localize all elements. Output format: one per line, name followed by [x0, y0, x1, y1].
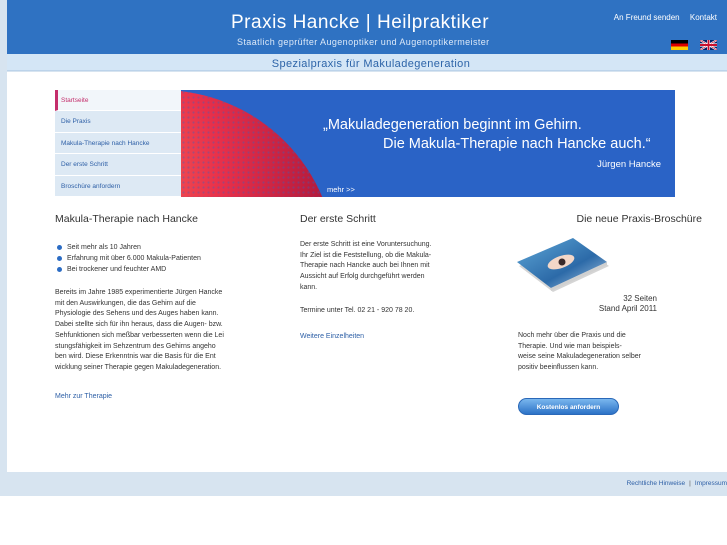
- text-line: Noch mehr über die Praxis und die: [518, 332, 626, 339]
- page: Praxis Hancke | Heilpraktiker Staatlich …: [0, 0, 727, 545]
- therapy-bullet-list: Seit mehr als 10 Jahren Erfahrung mit üb…: [55, 242, 201, 275]
- therapy-heading: Makula-Therapie nach Hancke: [55, 213, 198, 225]
- site-header: Praxis Hancke | Heilpraktiker Staatlich …: [7, 0, 727, 54]
- hero-banner: „Makuladegeneration beginnt im Gehirn. D…: [181, 90, 675, 197]
- text-line: Bereits im Jahre 1985 experimentierte Jü…: [55, 289, 223, 296]
- text-line: mit den Auswirkungen, die das Gehirn auf…: [55, 299, 196, 307]
- brochure-text: Noch mehr über die Praxis und die Therap…: [518, 331, 668, 374]
- tagline: Spezialpraxis für Makuladegeneration: [271, 58, 471, 70]
- site-subtitle: Staatlich geprüfter Augenoptiker und Aug…: [237, 37, 490, 47]
- text-line: wicklung seiner Therapie gegen Makuladeg…: [55, 363, 222, 371]
- text-line: positiv beeinflussen kann.: [518, 364, 599, 372]
- uk-flag-icon[interactable]: [700, 40, 717, 50]
- brochure-heading: Die neue Praxis-Broschüre: [576, 213, 702, 225]
- first-step-text: Der erste Schritt ist eine Voruntersuchu…: [300, 240, 465, 294]
- first-step-heading: Der erste Schritt: [300, 213, 376, 225]
- bullet-item: Seit mehr als 10 Jahren: [55, 242, 201, 253]
- brochure-image[interactable]: [515, 234, 611, 296]
- nav-item-makula-therapie[interactable]: Makula-Therapie nach Hancke: [55, 132, 181, 155]
- first-step-more-link[interactable]: Weitere Einzelheiten: [300, 333, 364, 340]
- text-line: Dabei stellte sich für ihn heraus, dass …: [55, 321, 223, 329]
- quote-line-2: Die Makula-Therapie nach Hancke auch.“: [383, 136, 651, 152]
- therapy-text: Bereits im Jahre 1985 experimentierte Jü…: [55, 288, 265, 374]
- therapy-more-link[interactable]: Mehr zur Therapie: [55, 393, 112, 400]
- order-brochure-button[interactable]: Kostenlos anfordern: [518, 398, 619, 415]
- text-line: Aussicht auf Erfolg durchgeführt werden: [300, 273, 425, 281]
- text-line: Therapie nach Hancke auch bei Ihnen mit: [300, 262, 430, 270]
- brochure-caption: 32 Seiten Stand April 2011: [599, 294, 657, 314]
- bullet-item: Bei trockener und feuchter AMD: [55, 264, 201, 275]
- text-line: Sehfunktionen sich meßbar verbesserten w…: [55, 331, 224, 339]
- brochure-pages: 32 Seiten: [623, 294, 657, 303]
- quote-author: Jürgen Hancke: [597, 159, 661, 170]
- sidebar-nav: Startseite Die Praxis Makula-Therapie na…: [55, 90, 181, 197]
- text-line: kann.: [300, 283, 318, 291]
- brochure-date: Stand April 2011: [598, 304, 657, 313]
- text-line: Therapie. Und wie man beispiels-: [518, 342, 622, 350]
- bullet-item: Erfahrung mit über 6.000 Makula-Patiente…: [55, 253, 201, 264]
- text-line: ben wird. Diese Erkenntnis war die Basis…: [55, 353, 216, 361]
- de-flag-icon[interactable]: [671, 40, 688, 50]
- nav-item-broschuere[interactable]: Broschüre anfordern: [55, 175, 181, 197]
- quote-line-1: „Makuladegeneration beginnt im Gehirn.: [323, 117, 582, 133]
- text-line: Physiologie des Sehens und des Auges hab…: [55, 310, 219, 318]
- text-line: stungsfähigkeit im Sehzentrum des Gehirn…: [55, 342, 216, 350]
- imprint-link[interactable]: Impressum: [695, 480, 727, 487]
- text-line: Ihr Ziel ist die Feststellung, ob die Ma…: [300, 251, 432, 259]
- top-links: An Freund senden Kontakt: [606, 13, 717, 22]
- recommend-link[interactable]: An Freund senden: [614, 13, 680, 22]
- contact-link[interactable]: Kontakt: [690, 13, 717, 22]
- nav-item-die-praxis[interactable]: Die Praxis: [55, 111, 181, 133]
- site-title[interactable]: Praxis Hancke | Heilpraktiker: [231, 12, 489, 34]
- banner-more-link[interactable]: mehr >>: [327, 185, 355, 194]
- main-content: Startseite Die Praxis Makula-Therapie na…: [7, 72, 727, 472]
- footer-separator: |: [689, 480, 691, 487]
- nav-item-erster-schritt[interactable]: Der erste Schritt: [55, 154, 181, 176]
- legal-link[interactable]: Rechtliche Hinweise: [627, 480, 686, 487]
- text-line: Der erste Schritt ist eine Voruntersuchu…: [300, 241, 432, 248]
- nav-item-startseite[interactable]: Startseite: [55, 90, 181, 112]
- text-line: weise seine Makuladegeneration selber: [518, 353, 641, 361]
- footer-links: Rechtliche Hinweise | Impressum: [627, 480, 727, 487]
- tagline-bar: Spezialpraxis für Makuladegeneration: [7, 54, 727, 71]
- phone-text: Termine unter Tel. 02 21 - 920 78 20.: [300, 307, 415, 314]
